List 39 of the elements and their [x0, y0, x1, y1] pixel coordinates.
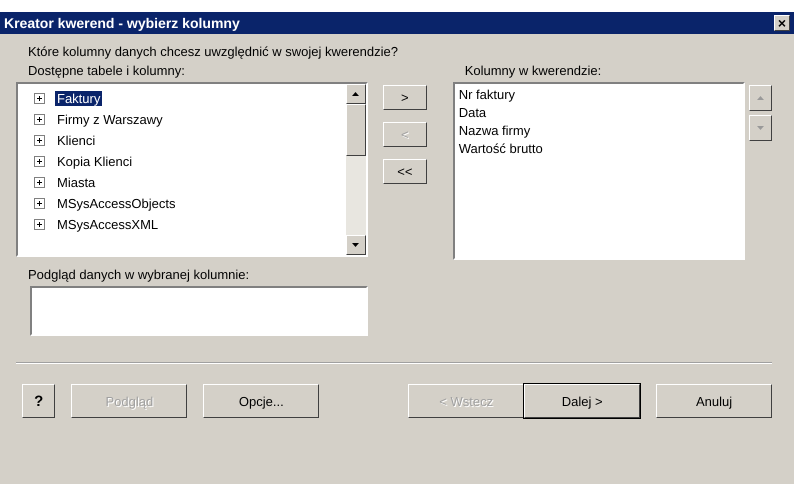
list-item[interactable]: Firmy z Warszawy — [55, 112, 165, 127]
expand-icon[interactable] — [34, 114, 45, 125]
list-label: Dostępne tabele i kolumny: — [28, 63, 186, 78]
expand-icon[interactable] — [34, 219, 45, 230]
expand-icon[interactable] — [34, 93, 45, 104]
expand-icon[interactable] — [34, 177, 45, 188]
list-item[interactable]: Data — [458, 104, 739, 122]
list-item[interactable]: MSysAccessObjects — [55, 196, 178, 211]
move-button[interactable]: > — [382, 85, 427, 110]
list-item[interactable]: MSysAccessXML — [55, 217, 160, 232]
preview-field[interactable] — [30, 286, 368, 336]
move-button[interactable]: << — [382, 159, 427, 184]
list-item[interactable]: Kopia Klienci — [55, 154, 134, 169]
down-arrow-icon — [757, 126, 764, 130]
up-arrow-icon — [757, 96, 764, 100]
list-item[interactable]: Nr faktury — [458, 86, 739, 104]
scrollbar[interactable] — [346, 84, 366, 255]
scroll-thumb[interactable] — [346, 104, 366, 156]
expand-icon[interactable] — [34, 198, 45, 209]
list-item[interactable]: Wartość brutto — [458, 140, 739, 158]
scroll-down-icon[interactable] — [346, 235, 366, 255]
window-title: Kreator kwerend - wybierz kolumny — [4, 15, 240, 31]
preview-label: Podgląd danych w wybranej kolumnie: — [28, 267, 250, 282]
list-item[interactable]: Klienci — [55, 133, 98, 148]
expand-icon[interactable] — [34, 135, 45, 146]
list-item[interactable]: Faktury — [55, 91, 102, 106]
question-text: Które kolumny danych chcesz uwzględnić w swojej kwerendzie? — [28, 44, 399, 59]
move-up-button[interactable] — [749, 85, 772, 111]
list-label: Kolumny w kwerendzie: — [464, 63, 602, 78]
dialog-button[interactable]: Opcje... — [203, 384, 320, 418]
list-item[interactable]: Nazwa firmy — [458, 122, 739, 140]
scroll-up-icon[interactable] — [346, 84, 366, 104]
dialog-button[interactable]: Anuluj — [656, 384, 772, 418]
move-down-button[interactable] — [749, 115, 772, 141]
close-button[interactable]: × — [774, 15, 790, 31]
list-item[interactable]: Miasta — [55, 175, 98, 190]
dialog-button[interactable]: Dalej > — [524, 384, 640, 418]
expand-icon[interactable] — [34, 156, 45, 167]
help-button[interactable]: ? — [22, 384, 56, 418]
